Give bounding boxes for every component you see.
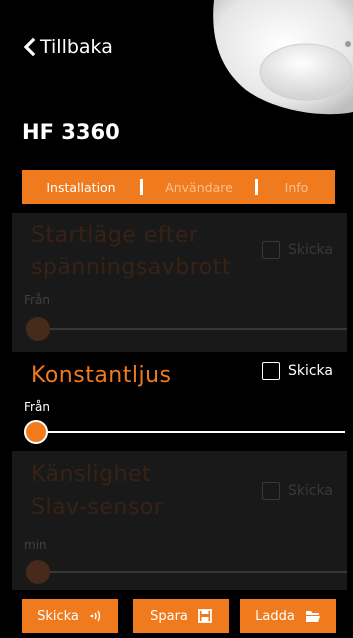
- signal-icon: [89, 609, 103, 623]
- tab-installation[interactable]: Installation: [22, 180, 140, 195]
- checkbox[interactable]: [261, 362, 280, 380]
- send-label: Skicka: [287, 363, 333, 379]
- constant-light-slider[interactable]: [24, 420, 345, 444]
- chevron-left-icon: [23, 37, 36, 57]
- tab-info[interactable]: Info: [258, 180, 335, 195]
- device-image: [213, 0, 353, 115]
- footer-toolbar: Skicka Spara Ladda: [0, 596, 353, 638]
- slider-track: [36, 328, 347, 330]
- folder-open-icon: [305, 609, 321, 623]
- floppy-disk-icon: [197, 609, 212, 623]
- slider-thumb[interactable]: [24, 420, 48, 444]
- send-button[interactable]: Skicka: [22, 599, 118, 633]
- send-button-label: Skicka: [37, 608, 79, 624]
- back-button[interactable]: Tillbaka: [22, 36, 113, 58]
- tab-bar: Installation Användare Info: [22, 170, 335, 204]
- send-label: Skicka: [287, 242, 333, 258]
- load-button-label: Ladda: [255, 608, 295, 624]
- checkbox[interactable]: [261, 482, 280, 500]
- startup-mode-title-line2: spänningsavbrott: [31, 255, 232, 280]
- startup-mode-title-line1: Startläge efter: [31, 223, 199, 248]
- startup-mode-panel: Startläge efter spänningsavbrott Skicka …: [12, 213, 347, 352]
- slider-track: [34, 431, 345, 433]
- slider-track: [36, 571, 347, 573]
- save-button[interactable]: Spara: [133, 599, 229, 633]
- checkbox[interactable]: [261, 241, 280, 259]
- sensitivity-value: min: [24, 538, 47, 552]
- back-label: Tillbaka: [40, 36, 113, 58]
- device-title: HF 3360: [22, 120, 120, 144]
- header: Tillbaka HF 3360 Installation Användare …: [0, 0, 353, 215]
- sensitivity-title-line1: Känslighet: [31, 462, 152, 487]
- save-button-label: Spara: [150, 608, 188, 624]
- slider-thumb[interactable]: [26, 317, 50, 341]
- sensitivity-send-checkbox[interactable]: Skicka: [261, 482, 333, 500]
- constant-light-title: Konstantljus: [31, 363, 172, 388]
- constant-light-value: Från: [24, 400, 50, 414]
- sensitivity-slider[interactable]: [26, 560, 347, 584]
- startup-mode-value: Från: [24, 293, 50, 307]
- send-label: Skicka: [287, 483, 333, 499]
- load-button[interactable]: Ladda: [240, 599, 336, 633]
- constant-light-send-checkbox[interactable]: Skicka: [261, 362, 333, 380]
- tab-anvandare[interactable]: Användare: [143, 180, 255, 195]
- startup-mode-send-checkbox[interactable]: Skicka: [261, 241, 333, 259]
- startup-mode-slider[interactable]: [26, 317, 347, 341]
- sensitivity-panel: Känslighet Slav-sensor Skicka min: [12, 451, 347, 590]
- sensitivity-title-line2: Slav-sensor: [31, 495, 164, 520]
- constant-light-panel: Konstantljus Skicka Från: [12, 352, 347, 450]
- slider-thumb[interactable]: [26, 560, 50, 584]
